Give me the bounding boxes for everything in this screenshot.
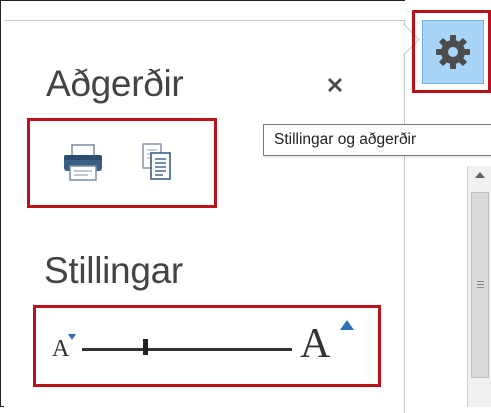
settings-heading: Stillingar (44, 250, 183, 291)
thumb-grip-line (477, 287, 484, 288)
close-button[interactable] (318, 68, 352, 102)
close-icon (328, 78, 342, 92)
settings-highlight-box (33, 305, 381, 387)
gear-highlight-box (412, 10, 491, 93)
scroll-up-arrow-icon[interactable] (475, 172, 485, 178)
thumb-grip-line (477, 281, 484, 282)
actions-heading: Aðgerðir (46, 63, 184, 104)
actions-highlight-box (27, 118, 217, 208)
scrollbar-thumb[interactable] (471, 192, 489, 378)
tooltip: Stillingar og aðgerðir (263, 124, 491, 156)
vertical-scrollbar[interactable] (467, 166, 491, 407)
thumb-grip-line (477, 284, 484, 285)
